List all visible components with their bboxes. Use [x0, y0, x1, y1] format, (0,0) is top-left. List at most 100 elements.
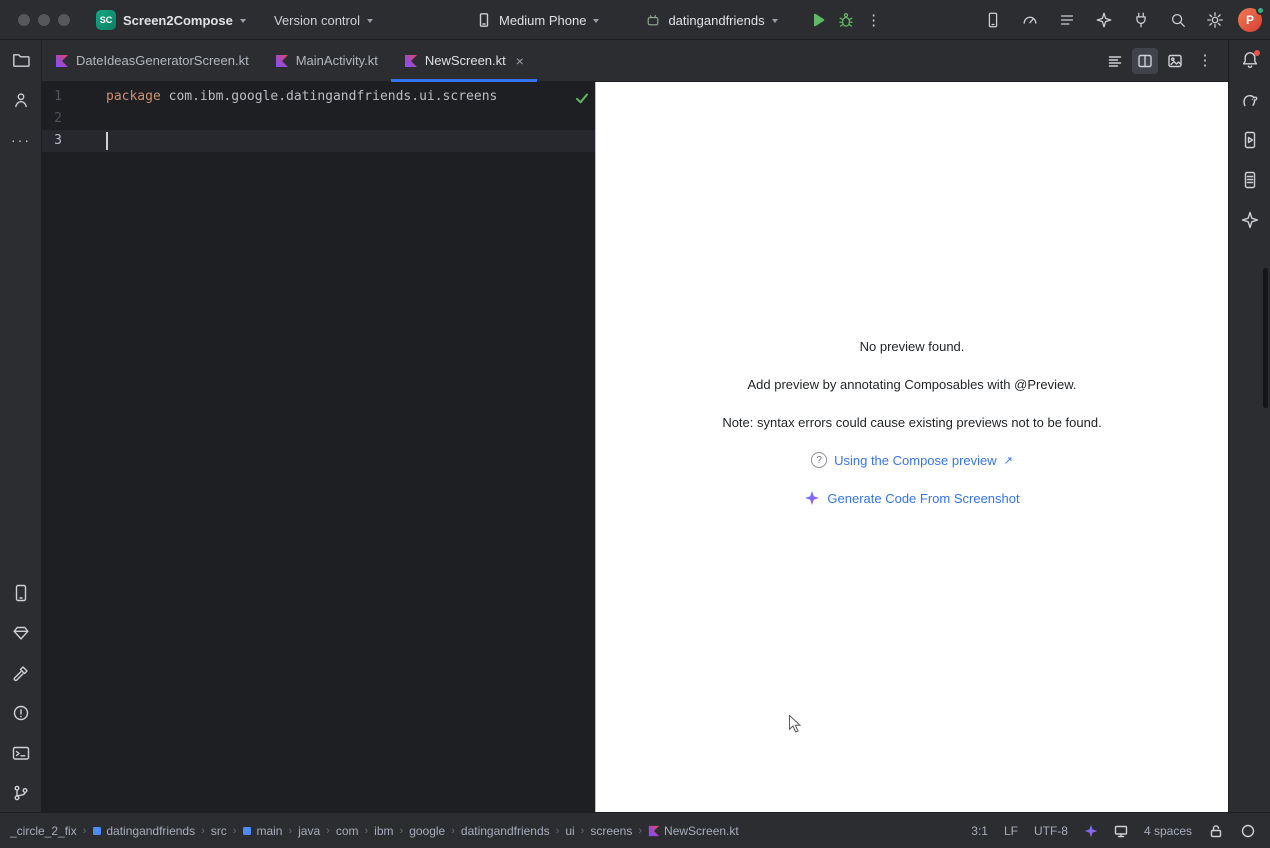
breadcrumb-item[interactable]: datingandfriends	[92, 824, 195, 838]
gemini-status-widget[interactable]	[1084, 824, 1098, 838]
preview-title: No preview found.	[860, 336, 965, 356]
caret-position-widget[interactable]: 3:1	[971, 824, 988, 838]
run-button[interactable]	[804, 6, 832, 34]
breadcrumb-item[interactable]: NewScreen.kt	[648, 824, 739, 838]
encoding-widget[interactable]: UTF-8	[1034, 824, 1068, 838]
more-run-actions-button[interactable]: ⋮	[860, 6, 888, 34]
window-close-button[interactable]	[18, 14, 30, 26]
avatar[interactable]: P	[1238, 8, 1262, 32]
breadcrumb-item[interactable]: ui	[565, 824, 574, 838]
inspections-status[interactable]	[574, 90, 590, 110]
preview-message-block: No preview found. Add preview by annotat…	[596, 336, 1228, 508]
kotlin-file-icon	[55, 54, 69, 68]
source-root-icon	[242, 826, 252, 836]
project-selector[interactable]: SC Screen2Compose	[88, 6, 254, 34]
gemini-tool-button[interactable]	[1238, 208, 1262, 232]
gradle-tool-button[interactable]	[1238, 88, 1262, 112]
breadcrumb-item[interactable]: datingandfriends	[461, 824, 550, 838]
breadcrumb-separator: ›	[201, 825, 205, 837]
gemini-spark-icon	[1084, 824, 1098, 838]
breadcrumb-item[interactable]: google	[409, 824, 445, 838]
breadcrumb-item[interactable]: src	[211, 824, 227, 838]
person-icon	[11, 90, 31, 110]
pair-devices-button[interactable]	[1127, 6, 1155, 34]
running-devices-tool-button[interactable]	[9, 581, 33, 605]
screen-mirror-widget[interactable]	[1114, 824, 1128, 838]
generate-link-label[interactable]: Generate Code From Screenshot	[827, 491, 1019, 506]
device-selector[interactable]: Medium Phone	[468, 6, 607, 34]
window-controls	[18, 14, 70, 26]
breadcrumb-separator: ›	[638, 825, 642, 837]
window-zoom-button[interactable]	[58, 14, 70, 26]
external-link-icon: ↗	[1004, 454, 1013, 467]
commit-tool-button[interactable]	[9, 88, 33, 112]
help-icon: ?	[811, 452, 827, 468]
editor-mode-switcher: ⋮	[1102, 40, 1228, 81]
close-tab-icon[interactable]: ×	[516, 54, 524, 68]
window-minimize-button[interactable]	[38, 14, 50, 26]
inspections-widget[interactable]	[1240, 823, 1256, 839]
gem-icon	[11, 623, 31, 643]
indent-widget[interactable]: 4 spaces	[1144, 824, 1192, 838]
code-line: package com.ibm.google.datingandfriends.…	[106, 86, 497, 108]
kotlin-file-icon	[404, 54, 418, 68]
tab-mainactivity[interactable]: MainActivity.kt	[262, 40, 391, 81]
logcat-button[interactable]	[1053, 6, 1081, 34]
gemini-spark-icon	[804, 490, 820, 506]
left-tool-strip: ···	[0, 40, 42, 812]
split-mode-button[interactable]	[1132, 48, 1158, 74]
build-tool-button[interactable]	[9, 661, 33, 685]
generate-code-link[interactable]: Generate Code From Screenshot	[804, 488, 1019, 508]
debug-button[interactable]	[832, 6, 860, 34]
settings-button[interactable]	[1201, 6, 1229, 34]
kebab-icon: ⋮	[1198, 53, 1213, 68]
folder-icon	[11, 50, 31, 70]
gradle-elephant-icon	[1240, 90, 1260, 110]
project-tool-button[interactable]	[9, 48, 33, 72]
design-mode-icon	[1167, 53, 1183, 69]
profiler-button[interactable]	[1016, 6, 1044, 34]
device-manager-button[interactable]	[979, 6, 1007, 34]
search-everywhere-button[interactable]	[1164, 6, 1192, 34]
android-studio-window: SC Screen2Compose Version control Medium…	[0, 0, 1270, 848]
problems-tool-button[interactable]	[9, 701, 33, 725]
tab-newscreen[interactable]: NewScreen.kt ×	[391, 40, 537, 81]
tab-dateideasgeneratorscreen[interactable]: DateIdeasGeneratorScreen.kt	[42, 40, 262, 81]
device-manager-tool-button[interactable]	[1238, 128, 1262, 152]
readonly-widget[interactable]	[1208, 823, 1224, 839]
design-mode-button[interactable]	[1162, 48, 1188, 74]
tab-label: DateIdeasGeneratorScreen.kt	[76, 53, 249, 68]
check-icon	[574, 90, 590, 106]
breadcrumb: _circle_2_fix › datingandfriends › src ›…	[10, 824, 739, 838]
breadcrumb-item[interactable]: java	[298, 824, 320, 838]
breadcrumb-item[interactable]: screens	[590, 824, 632, 838]
more-tool-windows-button[interactable]: ···	[9, 128, 33, 152]
editor-tabbar: DateIdeasGeneratorScreen.kt MainActivity…	[42, 40, 1228, 82]
app-quality-insights-tool-button[interactable]	[9, 621, 33, 645]
code-mode-button[interactable]	[1102, 48, 1128, 74]
line-number: 1	[42, 86, 62, 108]
breadcrumb-item[interactable]: ibm	[374, 824, 393, 838]
line-number: 3	[42, 130, 62, 152]
breadcrumb-item[interactable]: _circle_2_fix	[10, 824, 77, 838]
git-branch-icon	[11, 783, 31, 803]
notifications-tool-button[interactable]	[1238, 48, 1262, 72]
breadcrumb-separator: ›	[556, 825, 560, 837]
breadcrumb-item[interactable]: main	[242, 824, 282, 838]
chevron-down-icon	[593, 19, 599, 23]
run-configuration-selector[interactable]: datingandfriends	[637, 6, 785, 34]
version-control-tool-button[interactable]	[9, 781, 33, 805]
line-separator-widget[interactable]: LF	[1004, 824, 1018, 838]
scrollbar-thumb[interactable]	[1263, 268, 1268, 408]
code-editor[interactable]: 1 2 3 package com.ibm.google.datingandfr…	[42, 82, 595, 812]
breadcrumb-item[interactable]: com	[336, 824, 359, 838]
current-line-highlight	[42, 130, 595, 152]
doc-link-label[interactable]: Using the Compose preview	[834, 453, 997, 468]
version-control-menu[interactable]: Version control	[266, 6, 381, 34]
tab-options-button[interactable]: ⋮	[1192, 48, 1218, 74]
device-selector-label: Medium Phone	[499, 13, 586, 28]
gemini-button[interactable]	[1090, 6, 1118, 34]
terminal-tool-button[interactable]	[9, 741, 33, 765]
compose-preview-doc-link[interactable]: ? Using the Compose preview ↗	[811, 450, 1013, 470]
device-explorer-tool-button[interactable]	[1238, 168, 1262, 192]
